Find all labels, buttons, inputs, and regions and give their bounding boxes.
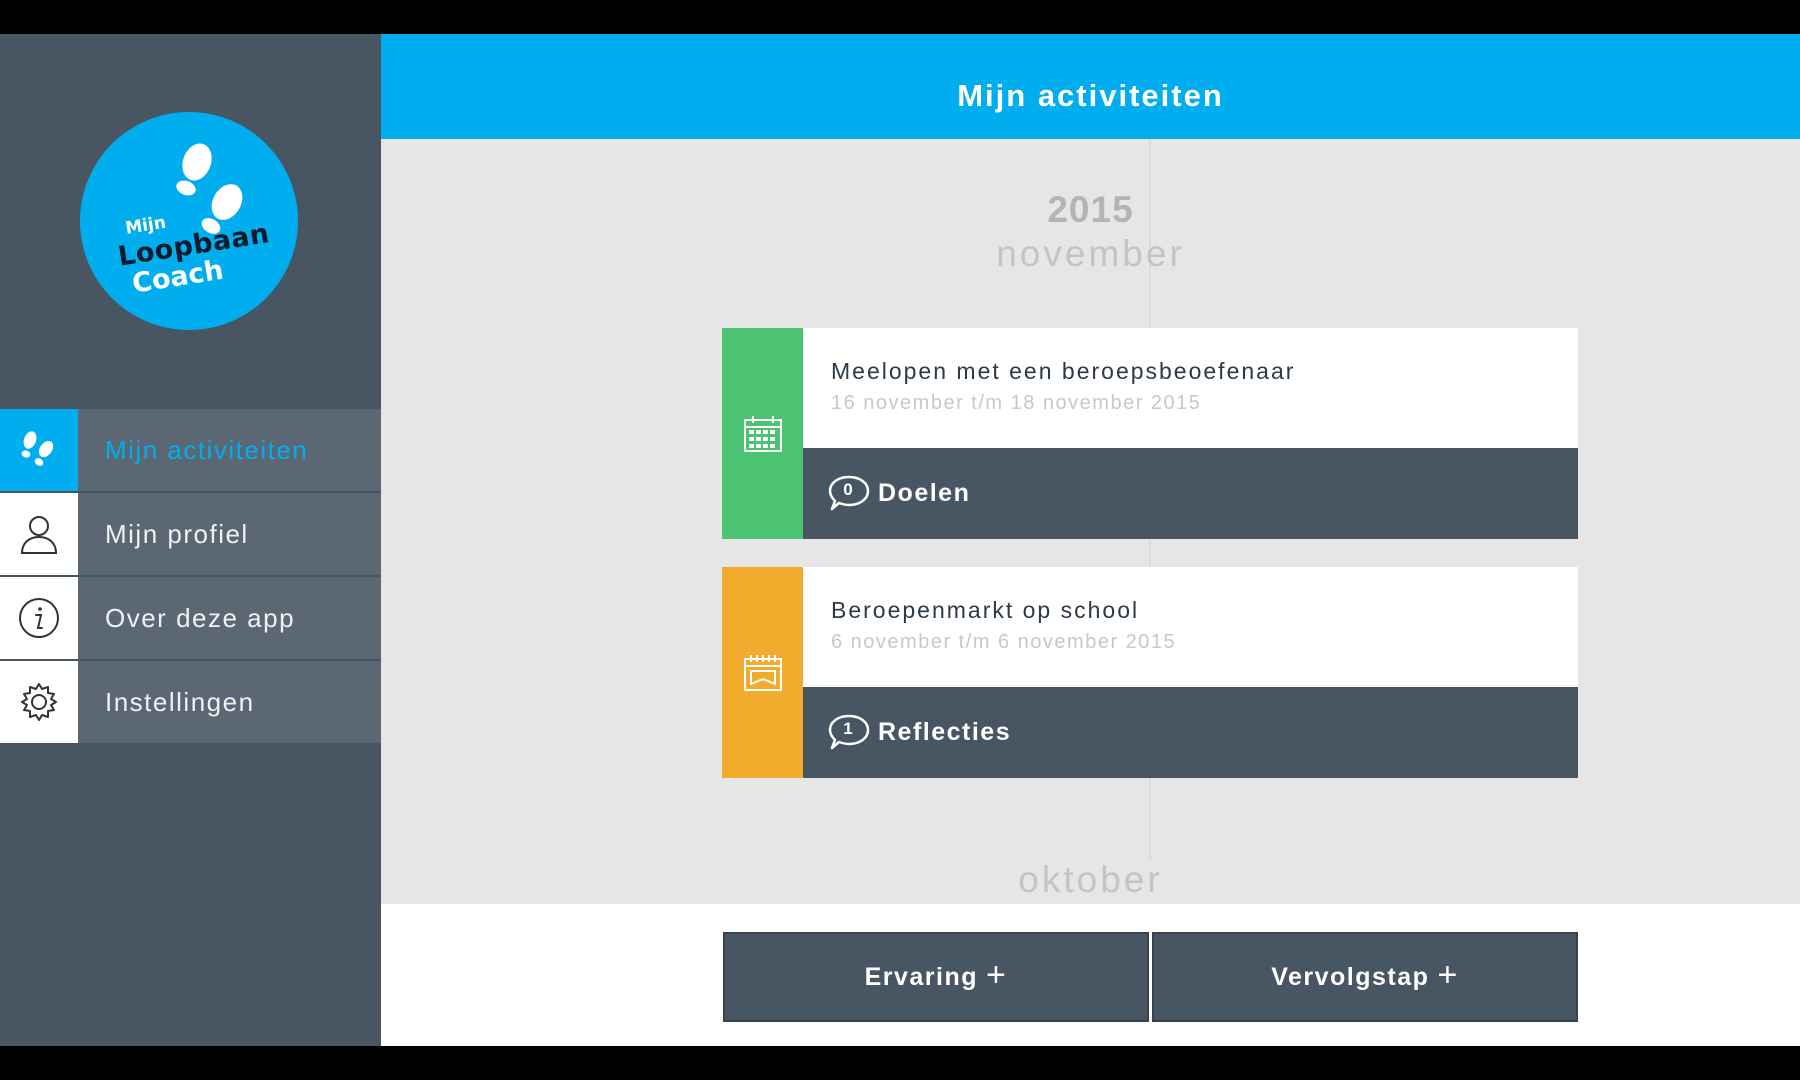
sidebar-item-label: Instellingen — [105, 686, 255, 717]
goals-button[interactable]: 0 Doelen — [803, 448, 1578, 539]
sidebar-item-settings[interactable]: Instellingen — [0, 661, 381, 743]
timeline-month-november: november — [996, 233, 1185, 274]
add-experience-label: Ervaring — [864, 962, 979, 991]
card-strip — [722, 328, 803, 539]
sidebar-item-label: Mijn profiel — [105, 518, 249, 549]
add-experience-button[interactable]: Ervaring + — [723, 932, 1149, 1022]
sidebar-item-about[interactable]: Over deze app — [0, 577, 381, 659]
sidebar-item-label: Over deze app — [105, 602, 296, 633]
card-title: Meelopen met een beroepsbeoefenaar — [831, 358, 1296, 384]
app-logo: Mijn Loopbaan Coach — [80, 112, 298, 330]
calendar-icon — [743, 415, 782, 452]
add-next-step-button[interactable]: Vervolgstap + — [1152, 932, 1578, 1022]
activity-card[interactable]: Beroepenmarkt op school 6 november t/m 6… — [722, 567, 1578, 778]
timeline-month-october: oktober — [1018, 859, 1163, 900]
app-frame: Mijn Loopbaan Coach Mijn activiteiten Mi… — [0, 34, 1800, 1046]
reflections-button[interactable]: 1 Reflecties — [803, 687, 1578, 778]
sidebar-item-activities[interactable]: Mijn activiteiten — [0, 409, 381, 491]
timeline-year: 2015 — [1047, 189, 1134, 230]
activity-card[interactable]: Meelopen met een beroepsbeoefenaar 16 no… — [722, 328, 1578, 539]
sidebar: Mijn Loopbaan Coach Mijn activiteiten Mi… — [0, 34, 381, 1046]
info-icon — [0, 577, 78, 659]
reflections-count: 1 — [843, 718, 853, 738]
plus-icon: + — [986, 956, 1008, 994]
sidebar-nav: Mijn activiteiten Mijn profiel Over deze… — [0, 409, 381, 745]
bottom-action-bar: Ervaring + Vervolgstap + — [381, 904, 1800, 1046]
card-date: 16 november t/m 18 november 2015 — [831, 392, 1202, 414]
goals-count: 0 — [843, 479, 853, 499]
goals-label: Doelen — [878, 479, 971, 507]
plus-icon: + — [1437, 956, 1459, 994]
main-content: Mijn activiteiten 2015 november Meelopen… — [381, 34, 1800, 1046]
add-next-step-label: Vervolgstap — [1271, 962, 1430, 991]
event-calendar-icon — [743, 654, 782, 691]
card-strip — [722, 567, 803, 778]
user-icon — [0, 493, 78, 575]
speech-bubble-icon: 0 — [828, 474, 872, 514]
sidebar-item-label: Mijn activiteiten — [105, 434, 309, 465]
card-date: 6 november t/m 6 november 2015 — [831, 631, 1177, 653]
sidebar-item-profile[interactable]: Mijn profiel — [0, 493, 381, 575]
gear-icon — [0, 661, 78, 743]
page-header: Mijn activiteiten — [381, 34, 1800, 139]
card-title: Beroepenmarkt op school — [831, 597, 1140, 623]
reflections-label: Reflecties — [878, 718, 1012, 746]
footprints-icon — [0, 409, 78, 491]
speech-bubble-icon: 1 — [828, 713, 872, 753]
page-title: Mijn activiteiten — [957, 77, 1224, 113]
